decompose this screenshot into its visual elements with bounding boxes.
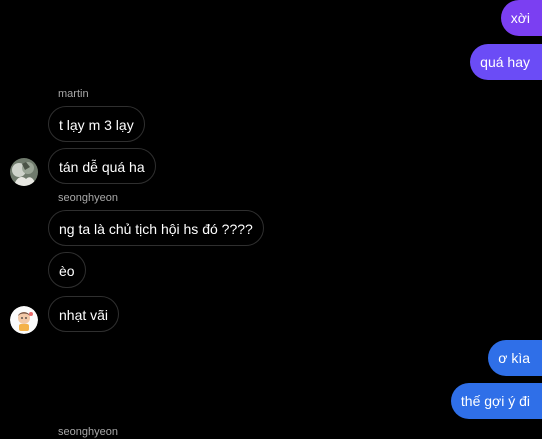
- message-outgoing[interactable]: quá hay: [470, 44, 542, 80]
- message-outgoing[interactable]: thế gợi ý đi: [450, 383, 542, 419]
- message-outgoing[interactable]: ơ kìa: [488, 340, 542, 376]
- sender-name: martin: [58, 88, 89, 100]
- message-outgoing[interactable]: xời: [500, 0, 542, 36]
- sender-name: seonghyeon: [58, 192, 118, 204]
- message-incoming[interactable]: t lạy m 3 lạy: [48, 106, 145, 142]
- chat-thread: xời quá hay martin t lạy m 3 lạy tán dễ …: [0, 0, 542, 439]
- message-incoming[interactable]: nhạt vãi: [48, 296, 120, 332]
- sender-name: seonghyeon: [58, 426, 118, 438]
- message-incoming[interactable]: èo: [48, 252, 86, 288]
- message-incoming[interactable]: ng ta là chủ tịch hội hs đó ????: [48, 210, 264, 246]
- avatar-cartoon-icon[interactable]: [10, 306, 38, 334]
- message-incoming[interactable]: tán dễ quá ha: [48, 148, 156, 184]
- avatar-photo-icon[interactable]: [10, 158, 38, 186]
